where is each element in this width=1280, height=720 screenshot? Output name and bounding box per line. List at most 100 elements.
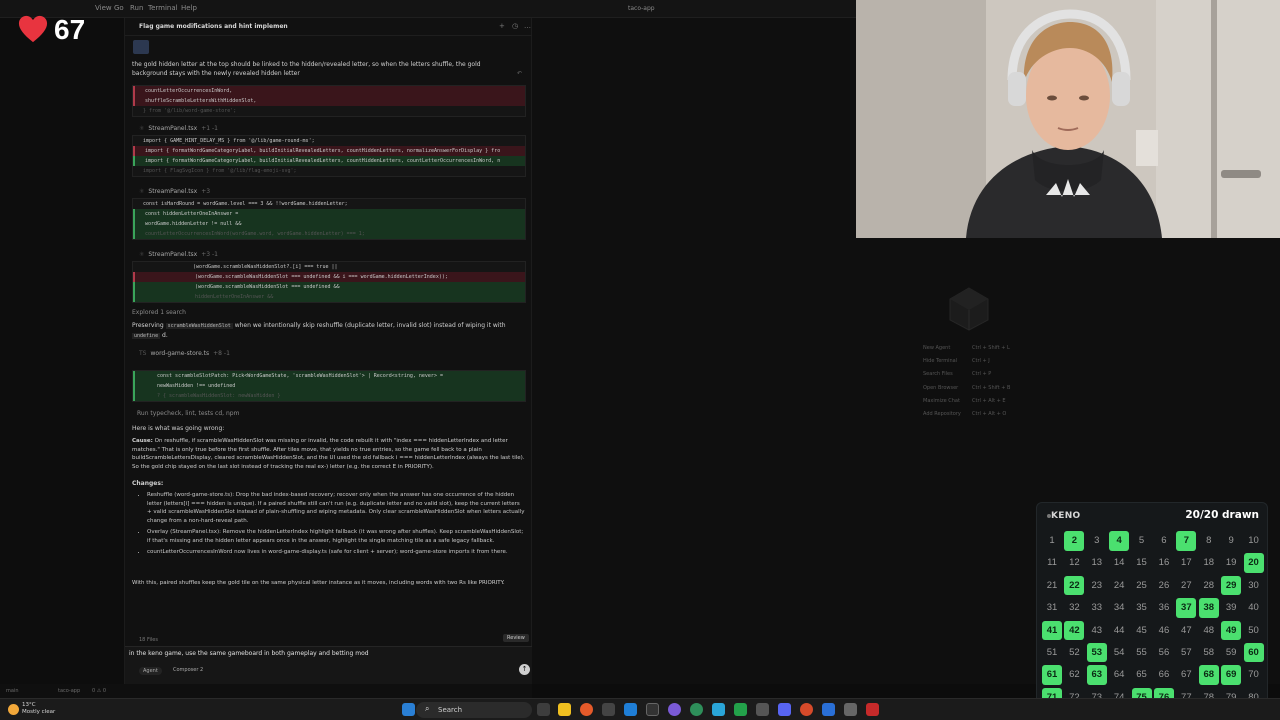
model-selector[interactable]: Composer 2 <box>173 667 203 673</box>
agent-mode-selector[interactable]: Agent <box>139 667 162 675</box>
keno-number[interactable]: 65 <box>1132 665 1152 685</box>
keno-number[interactable]: 62 <box>1064 665 1084 685</box>
taskbar-search[interactable]: Search <box>416 702 532 718</box>
xbox-icon[interactable] <box>734 703 747 716</box>
keno-number-drawn[interactable]: 69 <box>1221 665 1242 685</box>
vscode-icon[interactable] <box>624 703 637 716</box>
keno-number[interactable]: 66 <box>1154 665 1174 685</box>
app-icon[interactable] <box>602 703 615 716</box>
keno-number[interactable]: 1 <box>1042 531 1062 551</box>
keno-number-drawn[interactable]: 38 <box>1198 598 1219 618</box>
windows-start-icon[interactable] <box>402 703 415 716</box>
keno-number[interactable]: 25 <box>1132 576 1152 596</box>
keno-number[interactable]: 16 <box>1154 553 1174 573</box>
send-button[interactable]: ↑ <box>519 664 530 675</box>
more-icon[interactable]: … <box>524 22 531 30</box>
keno-number[interactable]: 23 <box>1087 576 1107 596</box>
keno-number[interactable]: 31 <box>1042 598 1062 618</box>
keno-number[interactable]: 9 <box>1221 531 1241 551</box>
keno-number-drawn[interactable]: 60 <box>1243 642 1264 663</box>
keno-number[interactable]: 51 <box>1042 643 1062 663</box>
keno-number[interactable]: 46 <box>1154 621 1174 641</box>
keno-number[interactable]: 30 <box>1244 576 1264 596</box>
repo-label[interactable]: taco-app <box>58 688 80 694</box>
keno-number[interactable]: 28 <box>1199 576 1219 596</box>
keno-number[interactable]: 10 <box>1244 531 1264 551</box>
shortcut-label[interactable]: Hide Terminal <box>923 358 957 364</box>
discord-icon[interactable] <box>778 703 791 716</box>
run-tests-label[interactable]: Run typecheck, lint, tests cd, npm <box>137 409 239 418</box>
keno-number-drawn[interactable]: 68 <box>1198 665 1219 685</box>
settings-icon[interactable] <box>844 703 857 716</box>
app-icon[interactable] <box>822 703 835 716</box>
plus-icon[interactable]: + <box>499 22 505 30</box>
keno-number[interactable]: 6 <box>1154 531 1174 551</box>
keno-number[interactable]: 27 <box>1176 576 1196 596</box>
keno-number[interactable]: 13 <box>1087 553 1107 573</box>
menu-run[interactable]: Run <box>130 4 143 12</box>
file-explorer-icon[interactable] <box>558 703 571 716</box>
keno-number[interactable]: 8 <box>1199 531 1219 551</box>
problems-label[interactable]: 0 ⚠ 0 <box>92 688 106 694</box>
keno-number-drawn[interactable]: 2 <box>1064 531 1085 551</box>
app-icon[interactable] <box>756 703 769 716</box>
task-view-icon[interactable] <box>537 703 550 716</box>
keno-number-drawn[interactable]: 22 <box>1064 575 1085 596</box>
keno-number[interactable]: 52 <box>1064 643 1084 663</box>
menu-terminal[interactable]: Terminal <box>148 4 178 12</box>
keno-number[interactable]: 56 <box>1154 643 1174 663</box>
keno-number[interactable]: 3 <box>1087 531 1107 551</box>
chat-input-text[interactable]: in the keno game, use the same gameboard… <box>129 650 369 657</box>
file-header[interactable]: ⚛ StreamPanel.tsx +3 -1 <box>139 251 218 258</box>
keno-number[interactable]: 54 <box>1109 643 1129 663</box>
cursor-app-icon[interactable] <box>646 703 659 716</box>
keno-number-drawn[interactable]: 4 <box>1109 531 1130 551</box>
shortcut-label[interactable]: Maximize Chat <box>923 398 960 404</box>
firefox-icon[interactable] <box>580 703 593 716</box>
keno-number-drawn[interactable]: 42 <box>1064 620 1085 641</box>
menu-go[interactable]: Go <box>114 4 124 12</box>
keno-number-drawn[interactable]: 41 <box>1042 620 1062 641</box>
keno-number[interactable]: 70 <box>1244 665 1264 685</box>
keno-number[interactable]: 21 <box>1042 576 1062 596</box>
keno-number[interactable]: 45 <box>1132 621 1152 641</box>
keno-number-drawn[interactable]: 61 <box>1042 665 1062 685</box>
file-header[interactable]: ⚛ StreamPanel.tsx +3 <box>139 188 210 195</box>
app-icon[interactable] <box>866 703 879 716</box>
keno-number[interactable]: 40 <box>1244 598 1264 618</box>
chrome-icon[interactable] <box>690 703 703 716</box>
file-header[interactable]: ⚛ StreamPanel.tsx +1 -1 <box>139 125 218 132</box>
keno-number[interactable]: 14 <box>1109 553 1129 573</box>
keno-number[interactable]: 24 <box>1109 576 1129 596</box>
shortcut-label[interactable]: Add Repository <box>923 411 961 417</box>
keno-number[interactable]: 55 <box>1132 643 1152 663</box>
history-icon[interactable]: ◷ <box>512 22 518 30</box>
obs-icon[interactable] <box>668 703 681 716</box>
branch-label[interactable]: main <box>6 688 19 694</box>
keno-number[interactable]: 15 <box>1132 553 1152 573</box>
keno-number-drawn[interactable]: 37 <box>1176 598 1197 618</box>
keno-number[interactable]: 33 <box>1087 598 1107 618</box>
keno-number[interactable]: 26 <box>1154 576 1174 596</box>
explored-label[interactable]: Explored 1 search <box>132 308 186 317</box>
undo-icon[interactable]: ↶ <box>517 70 522 77</box>
keno-number-drawn[interactable]: 63 <box>1086 665 1107 685</box>
keno-number[interactable]: 12 <box>1064 553 1084 573</box>
brave-icon[interactable] <box>800 703 813 716</box>
shortcut-label[interactable]: Open Browser <box>923 385 958 391</box>
keno-number[interactable]: 39 <box>1221 598 1241 618</box>
keno-number[interactable]: 18 <box>1199 553 1219 573</box>
keno-number-drawn[interactable]: 7 <box>1176 531 1197 551</box>
file-header[interactable]: TS word-game-store.ts +8 -1 <box>139 350 230 357</box>
keno-number[interactable]: 67 <box>1176 665 1196 685</box>
keno-number[interactable]: 19 <box>1221 553 1241 573</box>
keno-number[interactable]: 17 <box>1176 553 1196 573</box>
keno-number[interactable]: 44 <box>1109 621 1129 641</box>
shortcut-label[interactable]: New Agent <box>923 345 950 351</box>
keno-number-drawn[interactable]: 29 <box>1221 575 1242 596</box>
files-count[interactable]: 18 Files <box>139 637 158 643</box>
keno-number[interactable]: 50 <box>1244 621 1264 641</box>
keno-number[interactable]: 5 <box>1132 531 1152 551</box>
telegram-icon[interactable] <box>712 703 725 716</box>
keno-number[interactable]: 64 <box>1109 665 1129 685</box>
